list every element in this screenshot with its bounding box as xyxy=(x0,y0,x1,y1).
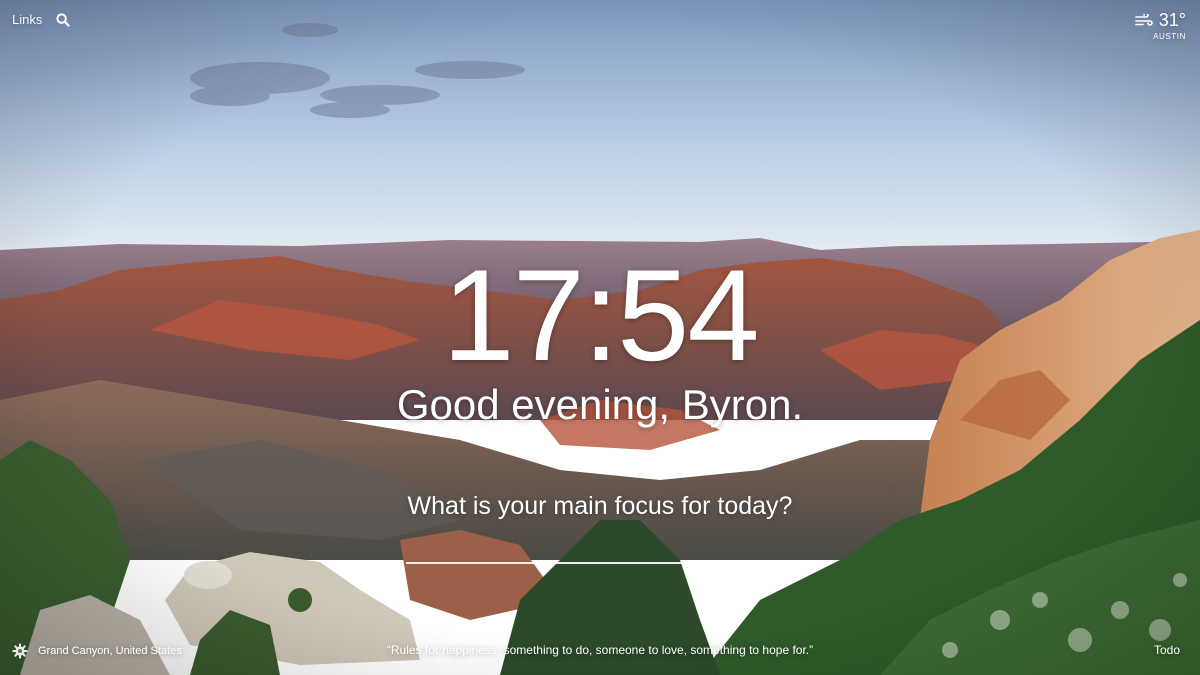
top-left-bar: Links xyxy=(12,12,71,27)
wind-icon xyxy=(1134,10,1153,31)
clock: 17:54 xyxy=(442,242,759,388)
weather-temperature: 31° xyxy=(1158,10,1186,30)
weather-widget[interactable]: 31° AUSTIN xyxy=(1134,10,1186,41)
weather-location: AUSTIN xyxy=(1153,32,1186,41)
quote: “Rules for happiness: something to do, s… xyxy=(386,643,814,657)
todo-button[interactable]: Todo xyxy=(1154,643,1180,657)
focus-prompt: What is your main focus for today? xyxy=(407,492,793,520)
focus-input[interactable] xyxy=(406,530,798,564)
search-icon[interactable] xyxy=(56,12,71,27)
links-button[interactable]: Links xyxy=(12,12,42,27)
greeting: Good evening, Byron. xyxy=(396,381,804,428)
